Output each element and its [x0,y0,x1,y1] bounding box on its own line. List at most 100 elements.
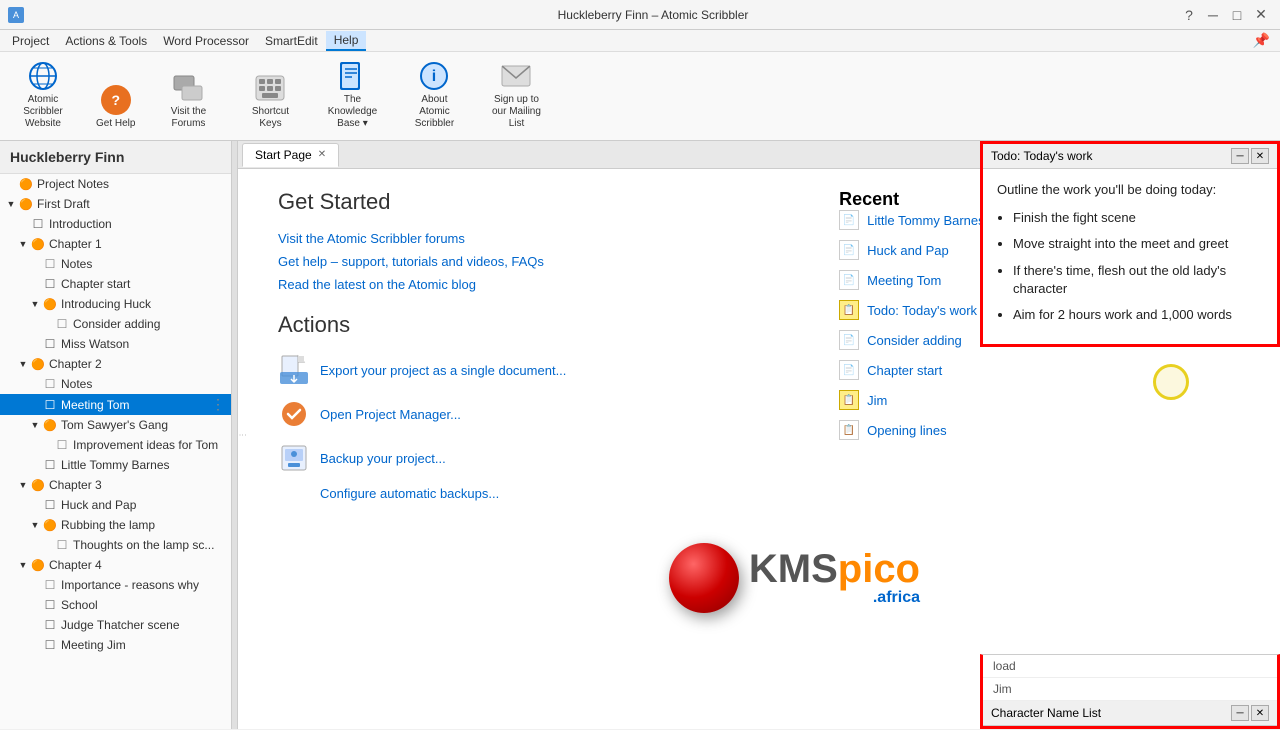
folder-icon: 🟠 [30,356,46,372]
item-label: Little Tommy Barnes [61,458,227,472]
sidebar-item-ch2-notes[interactable]: ☐ Notes [0,374,231,394]
folder-icon: 🟠 [30,477,46,493]
recent-link[interactable]: Jim [867,393,887,408]
todo-item-3: If there's time, flesh out the old lady'… [1013,262,1263,298]
blog-link[interactable]: Read the latest on the Atomic blog [278,277,779,292]
ribbon-btn-knowledge[interactable]: The Knowledge Base ▾ [317,56,387,134]
backup-link[interactable]: Backup your project... [320,451,446,466]
forums-link[interactable]: Visit the Atomic Scribbler forums [278,231,779,246]
doc-icon: ☐ [42,637,58,653]
auto-backup-action[interactable]: Configure automatic backups... [320,486,779,501]
export-link[interactable]: Export your project as a single document… [320,363,566,378]
item-label: Huck and Pap [61,498,227,512]
recent-link[interactable]: Little Tommy Barnes [867,213,985,228]
sidebar-item-importance[interactable]: ☐ Importance - reasons why [0,575,231,595]
sidebar-item-first-draft[interactable]: ▼ 🟠 First Draft [0,194,231,214]
sidebar-item-introduction[interactable]: ☐ Introduction [0,214,231,234]
recent-jim[interactable]: 📋 Jim [839,390,1240,410]
menu-actions-tools[interactable]: Actions & Tools [57,32,155,50]
item-label: Consider adding [73,317,227,331]
help-icon[interactable]: ? [1178,4,1200,26]
tab-start-page[interactable]: Start Page ✕ [242,143,339,167]
ribbon-btn-shortcut[interactable]: Shortcut Keys [235,68,305,134]
recent-link[interactable]: Huck and Pap [867,243,949,258]
sidebar-item-consider-adding[interactable]: ☐ Consider adding [0,314,231,334]
panel-close-button[interactable]: ✕ [1251,148,1269,164]
backup-action[interactable]: Backup your project... [278,442,779,474]
recent-link[interactable]: Chapter start [867,363,942,378]
sidebar-item-meeting-tom[interactable]: ☐ Meeting Tom ⋮ [0,394,231,415]
ribbon-btn-website-label: Atomic Scribbler Website [14,94,72,130]
note-icon: 📄 [839,330,859,350]
ribbon: Atomic Scribbler Website ? Get Help Visi… [0,52,1280,141]
panel2-close-button[interactable]: ✕ [1251,705,1269,721]
sidebar-item-miss-watson[interactable]: ☐ Miss Watson [0,334,231,354]
sidebar: Huckleberry Finn 🟠 Project Notes ▼ 🟠 Fir… [0,141,232,729]
item-label: Improvement ideas for Tom [73,438,227,452]
item-label: Rubbing the lamp [61,518,227,532]
ribbon-btn-website[interactable]: Atomic Scribbler Website [8,56,78,134]
about-icon: i [418,60,450,92]
ribbon-btn-mailing-label: Sign up to our Mailing List [487,94,545,130]
auto-backup-link[interactable]: Configure automatic backups... [320,486,499,501]
sidebar-item-ch1-notes[interactable]: ☐ Notes [0,254,231,274]
sidebar-item-little-tommy[interactable]: ☐ Little Tommy Barnes [0,455,231,475]
doc-icon: ☐ [42,276,58,292]
menu-project[interactable]: Project [4,32,57,50]
website-icon [27,60,59,92]
item-label: Notes [61,257,227,271]
menu-word-processor[interactable]: Word Processor [155,32,257,50]
sidebar-item-school[interactable]: ☐ School [0,595,231,615]
sidebar-item-introducing-huck[interactable]: ▼ 🟠 Introducing Huck [0,294,231,314]
item-label: Importance - reasons why [61,578,227,592]
todo-item-1: Finish the fight scene [1013,209,1263,227]
ribbon-btn-about[interactable]: i About Atomic Scribbler [399,56,469,134]
folder-icon: 🟠 [30,236,46,252]
menu-smartedit[interactable]: SmartEdit [257,32,326,50]
sidebar-item-huck-pap[interactable]: ☐ Huck and Pap [0,495,231,515]
folder-icon: 🟠 [42,296,58,312]
ribbon-btn-mailing[interactable]: Sign up to our Mailing List [481,56,551,134]
minimize-button[interactable]: ─ [1202,4,1224,26]
ribbon-btn-forums[interactable]: Visit the Forums [153,68,223,134]
menu-help[interactable]: Help [326,31,367,51]
project-manager-link[interactable]: Open Project Manager... [320,407,461,422]
sidebar-item-project-notes[interactable]: 🟠 Project Notes [0,174,231,194]
sidebar-item-meeting-jim[interactable]: ☐ Meeting Jim [0,635,231,655]
sidebar-item-chapter3[interactable]: ▼ 🟠 Chapter 3 [0,475,231,495]
panel-minimize-button[interactable]: ─ [1231,148,1249,164]
sidebar-item-judge-thatcher[interactable]: ☐ Judge Thatcher scene [0,615,231,635]
sidebar-item-chapter4[interactable]: ▼ 🟠 Chapter 4 [0,555,231,575]
sidebar-item-rubbing-lamp[interactable]: ▼ 🟠 Rubbing the lamp [0,515,231,535]
close-button[interactable]: ✕ [1250,4,1272,26]
recent-chapter-start[interactable]: 📄 Chapter start [839,360,1240,380]
recent-link[interactable]: Opening lines [867,423,947,438]
sidebar-item-thoughts-lamp[interactable]: ☐ Thoughts on the lamp sc... [0,535,231,555]
sidebar-item-chapter-start[interactable]: ☐ Chapter start [0,274,231,294]
sidebar-item-chapter1[interactable]: ▼ 🟠 Chapter 1 [0,234,231,254]
todo-item-2: Move straight into the meet and greet [1013,235,1263,253]
tab-close-icon[interactable]: ✕ [318,149,326,160]
export-action[interactable]: Export your project as a single document… [278,354,779,386]
sidebar-item-improvement[interactable]: ☐ Improvement ideas for Tom [0,435,231,455]
doc-icon: ☐ [42,457,58,473]
more-options-icon[interactable]: ⋮ [209,396,227,413]
chevron-down-icon: ▼ [16,239,30,249]
ribbon-btn-help[interactable]: ? Get Help [90,80,141,134]
actions-heading: Actions [278,312,779,338]
item-label: Tom Sawyer's Gang [61,418,227,432]
sidebar-item-tom-gang[interactable]: ▼ 🟠 Tom Sawyer's Gang [0,415,231,435]
help-link[interactable]: Get help – support, tutorials and videos… [278,254,779,269]
chevron-down-icon: ▼ [28,520,42,530]
sidebar-item-chapter2[interactable]: ▼ 🟠 Chapter 2 [0,354,231,374]
left-section: Get Started Visit the Atomic Scribbler f… [278,189,779,513]
doc-icon: 📄 [839,210,859,230]
note-icon: ☐ [42,256,58,272]
recent-link[interactable]: Meeting Tom [867,273,941,288]
maximize-button[interactable]: □ [1226,4,1248,26]
recent-link[interactable]: Consider adding [867,333,962,348]
project-manager-action[interactable]: Open Project Manager... [278,398,779,430]
recent-link[interactable]: Todo: Today's work [867,303,977,318]
recent-opening-lines[interactable]: 📋 Opening lines [839,420,1240,440]
panel2-minimize-button[interactable]: ─ [1231,705,1249,721]
